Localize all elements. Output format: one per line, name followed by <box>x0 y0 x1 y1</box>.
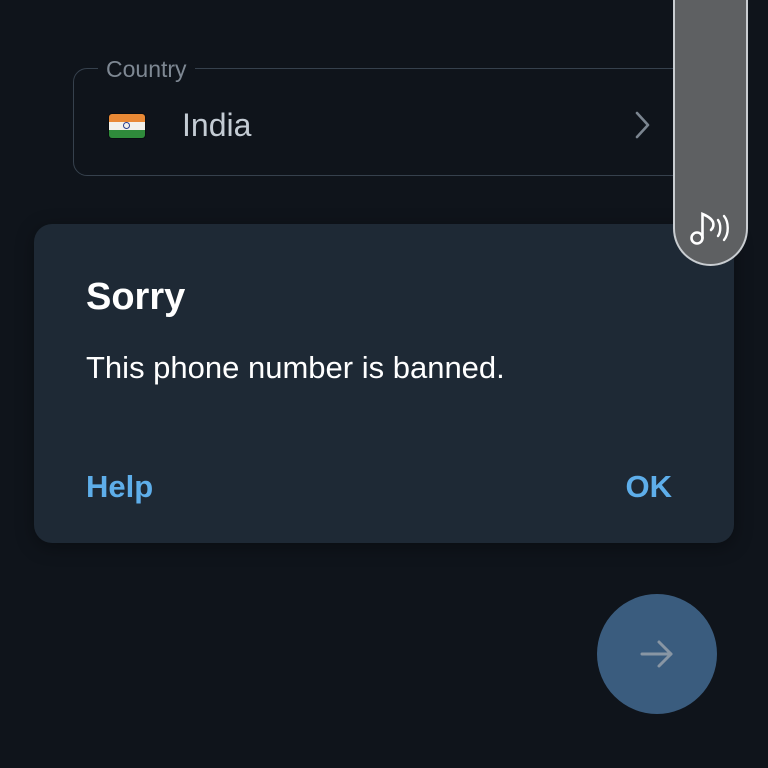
floating-sound-handle[interactable] <box>673 0 748 266</box>
banned-alert-dialog: Sorry This phone number is banned. Help … <box>34 224 734 543</box>
india-flag-icon <box>109 114 145 138</box>
music-note-sound-icon <box>690 211 729 245</box>
country-selector[interactable]: Country India <box>73 55 703 176</box>
arrow-right-icon <box>640 640 673 668</box>
country-value: India <box>182 107 252 143</box>
chevron-right-icon <box>635 111 650 139</box>
dialog-message: This phone number is banned. <box>86 350 505 385</box>
dialog-title: Sorry <box>86 276 186 318</box>
next-button[interactable] <box>597 594 717 714</box>
country-field-label: Country <box>98 55 195 83</box>
help-button[interactable]: Help <box>86 467 153 507</box>
ok-button[interactable]: OK <box>626 467 673 507</box>
cropped-header-text <box>0 0 768 8</box>
